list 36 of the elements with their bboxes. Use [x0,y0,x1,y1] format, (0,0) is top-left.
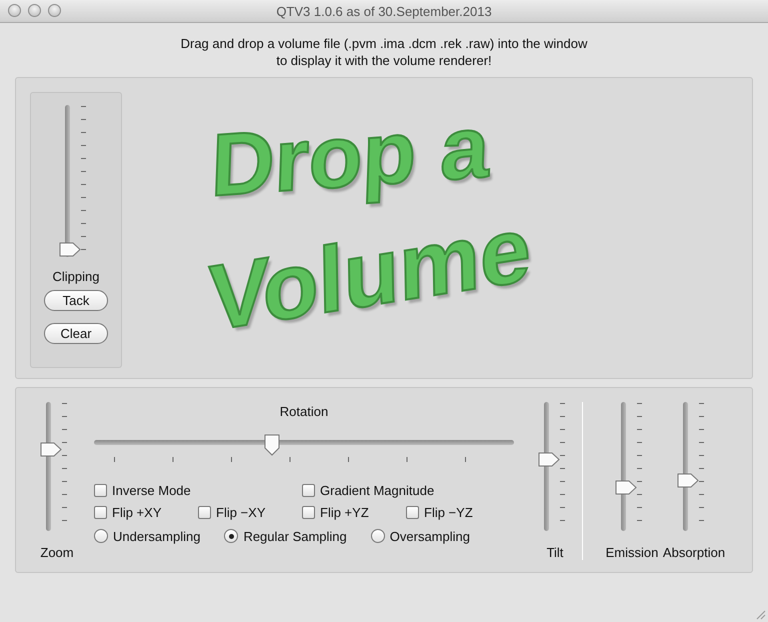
checkbox-option[interactable]: Flip −YZ [406,504,510,520]
slider-thumb[interactable] [538,452,560,468]
zoom-slider[interactable] [40,402,62,531]
radio-option[interactable]: Oversampling [370,528,470,544]
tilt-slider[interactable] [538,402,560,531]
tilt-label: Tilt [546,545,564,560]
instructions-text: Drag and drop a volume file (.pvm .ima .dcm .rek .raw) into the window to display it with the volume renderer! [180,35,588,69]
zoom-button[interactable] [48,4,61,17]
close-button[interactable] [8,4,21,17]
rotation-label: Rotation [280,404,328,419]
window-title: QTV3 1.0.6 as of 30.September.2013 [276,4,492,18]
checkbox-option[interactable]: Flip +YZ [302,504,406,520]
push-button[interactable]: Clear [44,323,108,344]
slider-thumb[interactable] [614,480,636,495]
slider-thumb[interactable] [676,472,698,488]
rotation-slider[interactable] [94,434,514,456]
checkbox-option[interactable]: Gradient Magnitude [302,482,510,498]
radio-option[interactable]: Regular Sampling [224,528,347,544]
clipping-label: Clipping [52,269,100,284]
checkbox-option[interactable]: Flip +XY [94,504,198,520]
resize-grip-icon[interactable] [754,608,766,620]
slider-thumb[interactable] [58,242,80,257]
checkbox-option[interactable]: Inverse Mode [94,482,302,498]
push-button[interactable]: Tack [44,290,108,311]
zoom-label: Zoom [40,545,74,560]
slider-thumb[interactable] [264,434,280,456]
absorption-slider[interactable] [676,402,698,531]
emission-slider[interactable] [614,402,636,531]
clipping-slider[interactable] [58,105,80,257]
radio-option[interactable]: Undersampling [94,528,200,544]
emission-label: Emission [606,545,658,560]
minimize-button[interactable] [28,4,41,17]
checkbox-option[interactable]: Flip −XY [198,504,302,520]
render-viewport[interactable]: Clipping Tack Clear Drop a Volume [15,77,753,379]
absorption-label: Absorption [662,545,726,560]
slider-thumb[interactable] [40,442,62,457]
